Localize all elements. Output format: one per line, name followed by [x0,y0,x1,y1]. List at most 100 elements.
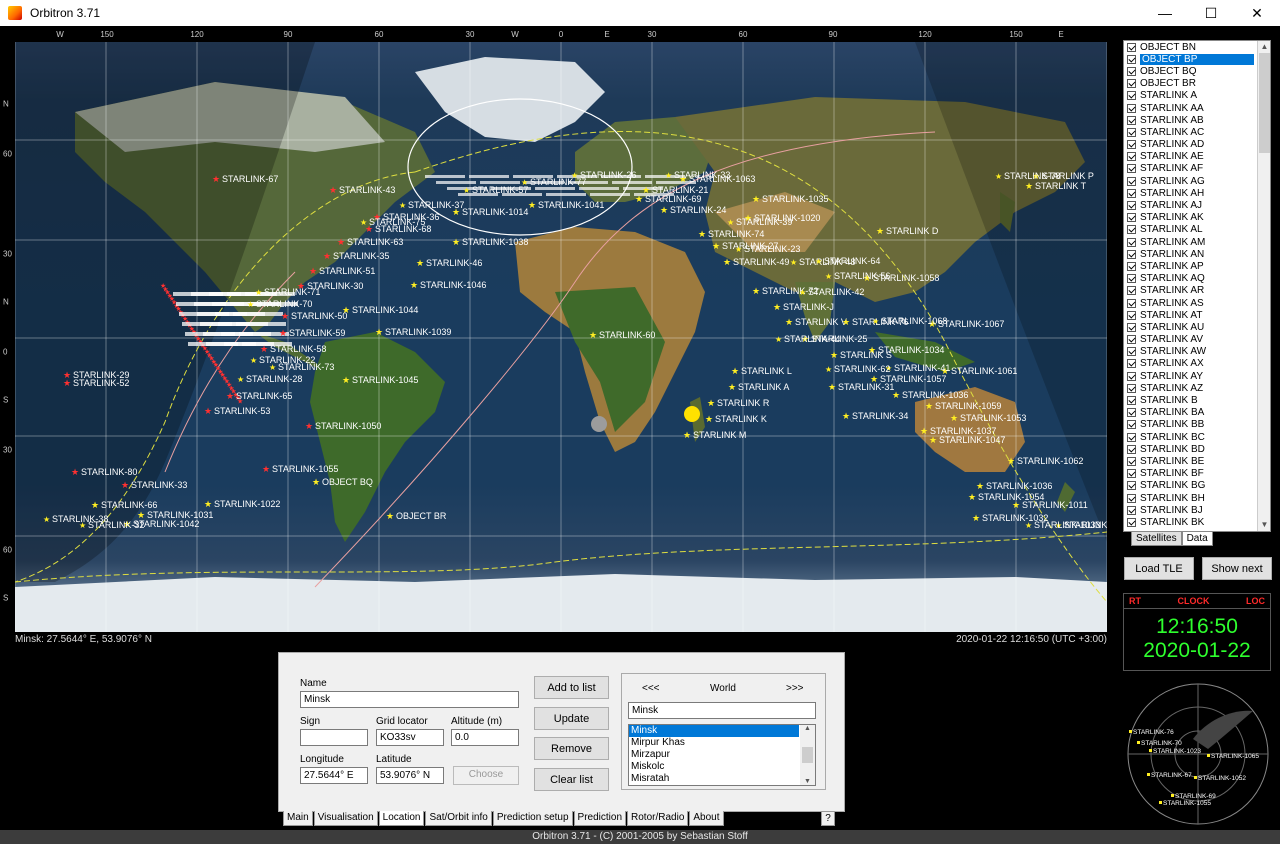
show-next-button[interactable]: Show next [1202,557,1272,580]
satellite-map-label[interactable]: ★ STARLINK-59 [279,328,345,338]
satellite-list[interactable]: OBJECT BN OBJECT BP OBJECT BQ OBJECT BR STAR… [1123,40,1271,532]
satellite-yellow-star-icon[interactable]: ★ [842,411,850,421]
satellite-list-item[interactable]: STARLINK AP [1124,260,1270,272]
satellite-yellow-star-icon[interactable]: ★ [790,258,797,267]
satellite-red-star-icon[interactable]: ★ [279,328,287,338]
satellite-red-star-icon[interactable]: ★ [323,251,331,261]
satellite-list-item[interactable]: STARLINK AU [1124,321,1270,333]
satellite-list-item[interactable]: STARLINK BB [1124,419,1270,431]
satellite-red-star-icon[interactable]: ★ [63,378,71,388]
next-region-button[interactable]: >>> [786,683,804,694]
choose-button[interactable]: Choose [453,766,519,785]
satellite-map-label[interactable]: ★ STARLINK-69 [635,194,701,204]
satellite-map-label[interactable]: ★ STARLINK-1036 [976,481,1052,491]
world-map[interactable]: ★★★★★★★★★★★★★★★★★★★★★★★★★★★★★★★★★★★★ ★ST… [15,42,1107,632]
city-scroll-down-icon[interactable]: ▼ [800,778,815,785]
satellite-yellow-star-icon[interactable]: ★ [825,272,832,281]
satellite-map-label[interactable]: ★ STARLINK-33 [121,480,187,490]
satellite-map-label[interactable]: ★ STARLINK R [707,398,770,408]
satellite-yellow-star-icon[interactable]: ★ [452,237,460,247]
altitude-input[interactable]: 0.0 [451,729,519,746]
satellite-map-label[interactable]: ★ STARLINK T [1025,181,1087,191]
satellite-red-star-icon[interactable]: ★ [305,421,313,431]
satellite-map-label[interactable]: ★ STARLINK-1046 [410,280,486,290]
city-list-item[interactable]: Minsk [629,725,799,737]
longitude-input[interactable]: 27.5644° E [300,767,368,784]
satellite-map-label[interactable]: ★ STARLINK-1053 [950,413,1026,423]
satellite-list-item[interactable]: STARLINK AF [1124,163,1270,175]
satellite-yellow-star-icon[interactable]: ★ [785,317,793,327]
sign-input[interactable] [300,729,368,746]
tab-sat-orbit-info[interactable]: Sat/Orbit info [425,811,492,826]
satellite-checkbox[interactable] [1127,456,1136,466]
satellite-checkbox[interactable] [1127,188,1136,198]
satellite-list-item[interactable]: STARLINK AX [1124,358,1270,370]
latitude-input[interactable]: 53.9076° N [376,767,444,784]
satellite-yellow-star-icon[interactable]: ★ [375,327,383,337]
satellite-map-label[interactable]: ★ STARLINK-1038 [452,237,528,247]
satellite-yellow-star-icon[interactable]: ★ [410,280,418,290]
satellite-map-label[interactable]: ★ OBJECT BR [386,511,447,521]
satellite-checkbox[interactable] [1127,79,1136,89]
satellite-list-item[interactable]: STARLINK AR [1124,285,1270,297]
satellite-yellow-star-icon[interactable]: ★ [79,521,86,530]
satellite-list-item[interactable]: STARLINK AD [1124,139,1270,151]
satellite-yellow-star-icon[interactable]: ★ [528,200,536,210]
satellite-map-label[interactable]: ★ STARLINK-34 [842,411,908,421]
satellite-checkbox[interactable] [1127,42,1136,52]
satellite-checkbox[interactable] [1127,469,1136,479]
satellite-yellow-star-icon[interactable]: ★ [707,398,715,408]
satellite-red-star-icon[interactable]: ★ [262,464,270,474]
satellite-list-item[interactable]: STARLINK BC [1124,431,1270,443]
satellite-yellow-star-icon[interactable]: ★ [727,218,734,227]
satellite-checkbox[interactable] [1127,432,1136,442]
scroll-down-arrow-icon[interactable]: ▼ [1258,519,1271,531]
satellite-map-label[interactable]: ★ STARLINK-57 [463,185,528,195]
tab-data[interactable]: Data [1181,532,1213,546]
satellite-list-item[interactable]: STARLINK BD [1124,443,1270,455]
satellite-map-label[interactable]: ★ STARLINK-1039 [375,327,451,337]
satellite-yellow-star-icon[interactable]: ★ [728,382,736,392]
satellite-list-item[interactable]: OBJECT BP [1124,53,1270,65]
satellite-yellow-star-icon[interactable]: ★ [237,375,244,384]
satellite-map-label[interactable]: ★ STARLINK-1011 [1012,500,1088,510]
satellite-yellow-star-icon[interactable]: ★ [635,194,643,204]
add-to-list-button[interactable]: Add to list [534,676,609,699]
satellite-map-label[interactable]: ★ STARLINK-53 [204,406,270,416]
satellite-yellow-star-icon[interactable]: ★ [1007,456,1015,466]
name-input[interactable]: Minsk [300,691,519,708]
satellite-list-item[interactable]: STARLINK AB [1124,114,1270,126]
clock-rt-indicator[interactable]: RT [1124,594,1146,608]
satellite-list-item[interactable]: STARLINK BH [1124,492,1270,504]
satellite-yellow-star-icon[interactable]: ★ [683,430,691,440]
city-list[interactable]: ▲ ▼ Minsk Mirpur Khas Mirzapur Miskolc Misra… [628,724,816,786]
close-button[interactable]: ✕ [1234,0,1280,26]
satellite-yellow-star-icon[interactable]: ★ [972,513,980,523]
satellite-checkbox[interactable] [1127,371,1136,381]
satellite-list-item[interactable]: STARLINK AH [1124,187,1270,199]
scroll-thumb[interactable] [1259,53,1270,153]
satellite-yellow-star-icon[interactable]: ★ [247,300,254,309]
satellite-yellow-star-icon[interactable]: ★ [1025,521,1032,530]
satellite-checkbox[interactable] [1127,91,1136,101]
satellite-map-label[interactable]: ★ STARLINK-66 [91,500,157,510]
tab-prediction[interactable]: Prediction [573,811,627,826]
satellite-list-item[interactable]: STARLINK AN [1124,248,1270,260]
satellite-yellow-star-icon[interactable]: ★ [752,194,760,204]
satellite-map-label[interactable]: ★ OBJECT BQ [312,477,373,487]
satellite-map-label[interactable]: ★ STARLINK-65 [226,391,292,401]
satellite-map-label[interactable]: ★ STARLINK-1041 [528,200,604,210]
satellite-checkbox[interactable] [1127,127,1136,137]
satellite-checkbox[interactable] [1127,359,1136,369]
satellite-map-label[interactable]: ★ STARLINK-70 [247,299,312,309]
satellite-yellow-star-icon[interactable]: ★ [463,186,470,195]
satellite-map-label[interactable]: ★ STARLINK-42 [799,287,864,297]
satellite-map-label[interactable]: ★ STARLINK-64 [815,256,880,266]
satellite-map-label[interactable]: ★ STARLINK-56 [825,271,890,281]
satellite-map-label[interactable]: ★ STARLINK-24 [660,205,726,215]
satellite-list-item[interactable]: OBJECT BN [1124,41,1270,53]
prev-region-button[interactable]: <<< [642,683,660,694]
satellite-list-item[interactable]: STARLINK BF [1124,468,1270,480]
satellite-checkbox[interactable] [1127,115,1136,125]
satellite-yellow-star-icon[interactable]: ★ [342,375,350,385]
